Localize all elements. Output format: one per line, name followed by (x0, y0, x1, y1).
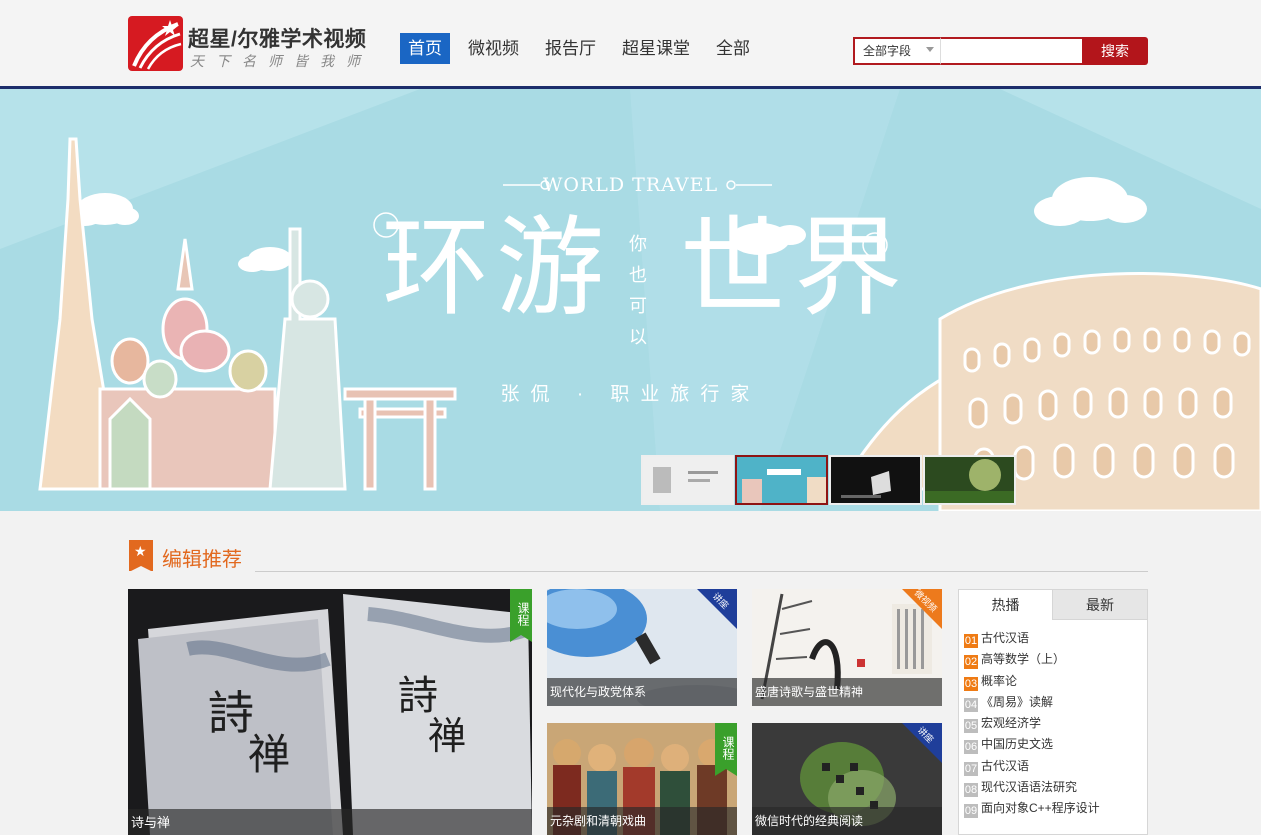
list-item[interactable]: 03 概率论 (964, 671, 1147, 692)
badge-lecture-label: 讲座 (710, 590, 731, 611)
badge-lecture: 讲座 (902, 723, 942, 763)
main-nav: 首页 微视频 报告厅 超星课堂 全部 (400, 33, 768, 64)
card-caption: 盛唐诗歌与盛世精神 (752, 678, 942, 706)
badge-micro-video-label: 微视频 (912, 589, 939, 614)
card-featured-poetry-zen[interactable]: 詩 禅 詩 禅 课程 诗与禅 (128, 589, 532, 835)
section-divider (255, 571, 1148, 572)
banner-vertical-char: 也 (629, 265, 647, 285)
list-item-title: 古代汉语 (981, 631, 1030, 645)
banner-title-left: 环游 (382, 207, 611, 328)
banner-english-title: WORLD TRAVEL (542, 174, 719, 196)
list-item[interactable]: 01 古代汉语 (964, 628, 1147, 649)
card-tang-poetry[interactable]: 微视频 盛唐诗歌与盛世精神 (752, 589, 942, 706)
hero-banner[interactable]: WORLD TRAVEL 环游 你 也 可 以 世界 张侃 · 职业旅行家 (0, 89, 1261, 511)
card-caption: 现代化与政党体系 (547, 678, 737, 706)
rank-badge: 06 (964, 740, 978, 755)
nav-micro-video[interactable]: 微视频 (460, 33, 527, 64)
logo-subtitle: 天下名师皆我师 (190, 54, 372, 70)
banner-thumb-1[interactable] (641, 455, 734, 505)
rank-badge: 05 (964, 719, 978, 734)
list-item-title: 现代汉语语法研究 (981, 780, 1078, 795)
badge-course: 课程 (510, 589, 532, 642)
card-caption: 元杂剧和清朝戏曲 (547, 807, 737, 835)
nav-chaoxing-classroom[interactable]: 超星课堂 (614, 33, 698, 64)
list-item-title: 古代汉语 (981, 758, 1030, 773)
star-bookmark-icon: ★ (134, 543, 147, 559)
banner-vertical-char: 你 (629, 234, 647, 254)
nav-all[interactable]: 全部 (708, 33, 758, 64)
card-thumbnail: 詩 禅 詩 禅 (128, 589, 532, 835)
search-button[interactable]: 搜索 (1082, 37, 1148, 65)
rank-badge: 01 (964, 634, 978, 648)
badge-lecture-label: 讲座 (915, 724, 936, 745)
ranking-panel: 热播 最新 01 古代汉语 02 高等数学（上） 03 概率论 04 《周易》读解 05… (958, 589, 1148, 835)
list-item[interactable]: 09 面向对象C++程序设计 (964, 798, 1147, 819)
tab-latest[interactable]: 最新 (1053, 590, 1147, 620)
list-item-title: 《周易》读解 (981, 694, 1054, 709)
card-caption: 诗与禅 (128, 809, 532, 835)
list-item[interactable]: 06 中国历史文选 (964, 734, 1147, 755)
rank-badge: 07 (964, 761, 978, 776)
rank-badge: 02 (964, 655, 978, 670)
badge-micro-video: 微视频 (902, 589, 942, 629)
card-yuan-drama[interactable]: 课程 元杂剧和清朝戏曲 (547, 723, 737, 835)
card-wechat-reading[interactable]: 讲座 微信时代的经典阅读 (752, 723, 942, 835)
list-item[interactable]: 08 现代汉语语法研究 (964, 777, 1147, 798)
list-item-title: 中国历史文选 (981, 737, 1054, 752)
banner-author: 张侃 · 职业旅行家 (500, 384, 761, 405)
list-item[interactable]: 07 古代汉语 (964, 756, 1147, 777)
banner-thumb-3[interactable] (829, 455, 922, 505)
banner-vertical-text: 你 也 可 以 (628, 229, 648, 353)
nav-home[interactable]: 首页 (400, 33, 450, 64)
search-bar: 全部字段 搜索 (853, 37, 1148, 65)
card-modernization-party-system[interactable]: 讲座 现代化与政党体系 (547, 589, 737, 706)
nav-lecture-hall[interactable]: 报告厅 (537, 33, 604, 64)
rank-badge: 09 (964, 804, 978, 819)
banner-vertical-char: 可 (629, 296, 647, 316)
rank-badge: 08 (964, 783, 978, 798)
site-logo[interactable]: 超星/尔雅学术视频 天下名师皆我师 (128, 15, 373, 71)
rank-badge: 03 (964, 676, 978, 691)
search-input[interactable] (940, 37, 1094, 65)
logo-title: 超星/尔雅学术视频 (188, 28, 367, 51)
list-item[interactable]: 04 《周易》读解 (964, 692, 1147, 713)
site-header: 超星/尔雅学术视频 天下名师皆我师 首页 微视频 报告厅 超星课堂 全部 全部字… (0, 0, 1261, 86)
banner-title-right: 世界 (680, 207, 909, 328)
chaoxing-logo-icon (128, 16, 183, 71)
ranking-list: 01 古代汉语 02 高等数学（上） 03 概率论 04 《周易》读解 05 宏观经济学 … (959, 620, 1147, 820)
chevron-down-icon[interactable] (926, 47, 934, 52)
section-title: 编辑推荐 (162, 549, 242, 571)
list-item-title: 面向对象C++程序设计 (981, 801, 1100, 816)
badge-lecture: 讲座 (697, 589, 737, 629)
banner-thumb-2[interactable] (735, 455, 828, 505)
tab-hot[interactable]: 热播 (959, 590, 1053, 620)
banner-thumbnails (641, 455, 1017, 505)
card-caption: 微信时代的经典阅读 (752, 807, 942, 835)
banner-thumb-4[interactable] (923, 455, 1016, 505)
list-item[interactable]: 02 高等数学（上） (964, 649, 1147, 670)
list-item-title: 概率论 (981, 673, 1018, 688)
list-item[interactable]: 05 宏观经济学 (964, 713, 1147, 734)
list-item-title: 宏观经济学 (981, 716, 1042, 731)
banner-vertical-char: 以 (629, 327, 647, 347)
list-item-title: 高等数学（上） (981, 652, 1066, 667)
ranking-tabs: 热播 最新 (959, 590, 1147, 620)
rank-badge: 04 (964, 697, 978, 712)
badge-course: 课程 (715, 723, 737, 776)
